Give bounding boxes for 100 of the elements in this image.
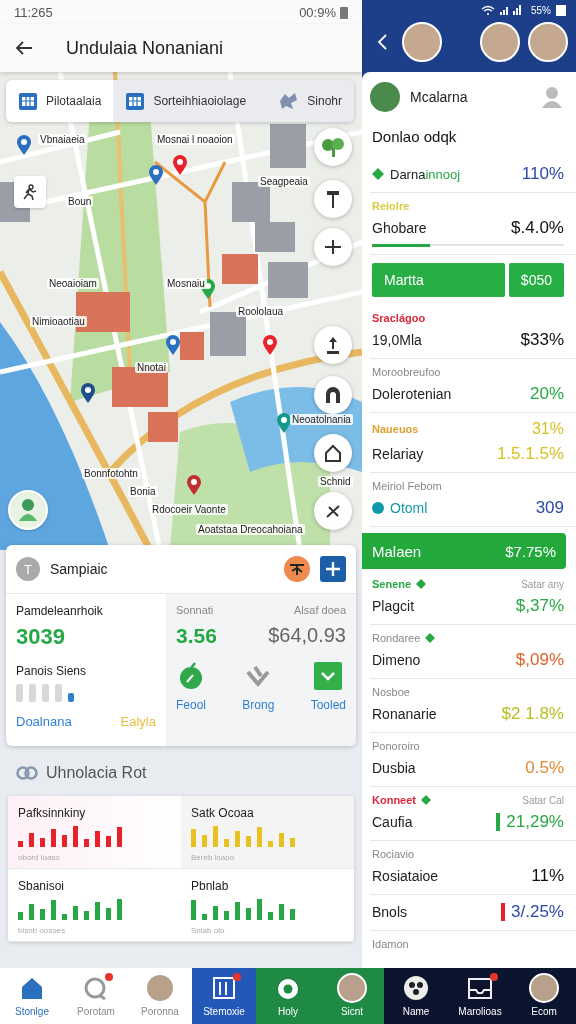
nav-tab[interactable]: Marolioas (448, 968, 512, 1024)
battery-level: 55% (531, 4, 551, 16)
stat-value: 3039 (16, 624, 66, 650)
apple-icon (177, 662, 205, 690)
avatar[interactable] (528, 22, 568, 62)
building-drawing (255, 222, 295, 252)
avatar[interactable] (402, 22, 442, 62)
nav-tab[interactable]: Poronna (128, 968, 192, 1024)
map-label: Bonia (128, 486, 158, 497)
row-caption: Satar any (521, 578, 564, 590)
building-icon (18, 91, 38, 111)
row-button[interactable]: Martta (372, 263, 505, 297)
row-value: 309 (535, 498, 564, 518)
row-caption: Konneet (372, 794, 416, 806)
nav-tab[interactable]: Name (384, 968, 448, 1024)
map-tab[interactable]: Sinohr (265, 80, 354, 122)
action-button[interactable]: Brong (242, 662, 275, 712)
avatar (370, 82, 400, 112)
map-pin-icon[interactable] (172, 154, 188, 176)
map-pin-icon[interactable] (148, 164, 164, 186)
walk-button[interactable] (14, 176, 46, 208)
map-label: Mosnaiu (165, 278, 207, 289)
map-pin-icon[interactable] (165, 334, 181, 356)
map-pin-icon[interactable] (262, 334, 278, 356)
row-caption: Reiolre (372, 200, 410, 212)
row-value: 21,29% (506, 812, 564, 832)
nav-tab[interactable]: Sicnt (320, 968, 384, 1024)
row-caption: Senene (372, 578, 412, 590)
battery-level: 00:9% (299, 4, 336, 20)
map-pin-icon[interactable] (16, 134, 32, 156)
row-label: Dusbia (372, 760, 416, 776)
hammer-icon (326, 189, 340, 209)
tile-title: Pafksinnkiny (18, 806, 87, 820)
page-title: Undulaia Nonaniani (66, 37, 224, 59)
nav-tab[interactable]: Ecom (512, 968, 576, 1024)
stat-tile[interactable]: Sbanisoi bisnb oosoes (8, 869, 181, 942)
nav-tab[interactable]: Holy (256, 968, 320, 1024)
stat-tile[interactable]: Pbnlab Snlab olo (181, 869, 354, 942)
tile-caption: Snlab olo (191, 926, 226, 935)
row-caption: Nosboe (372, 686, 410, 698)
tools-button[interactable] (284, 556, 310, 582)
row-label: Relariay (372, 446, 424, 462)
map-pin-icon[interactable] (276, 412, 292, 434)
map-label: Roololaua (236, 306, 286, 317)
profile-name: Mcalarna (410, 89, 468, 105)
tile-caption: obord loaso (18, 853, 61, 862)
row-label: Caufia (372, 814, 413, 830)
row-caption: Satar Cal (522, 794, 564, 806)
row-caption: Naueuos (372, 423, 419, 435)
stat-tile[interactable]: Satk Ocoaa Bereb loaoo (181, 796, 354, 869)
section-title: Uhnolacia Rot (46, 764, 147, 782)
building-drawing (180, 332, 204, 360)
tree-icon (320, 136, 346, 158)
amount-button[interactable]: $050 (508, 263, 564, 297)
nav-tab[interactable]: Stemoxie (192, 968, 256, 1024)
map-label: Schnid (318, 476, 353, 487)
map-label: Nimioaotiau (30, 316, 87, 327)
action-button[interactable]: Tooled (310, 662, 346, 712)
highlight-row[interactable]: Malaen $7.75% (362, 533, 566, 569)
stat-value: 3.56 (176, 624, 217, 648)
check-icon (314, 662, 343, 690)
row-label: Bnols (372, 904, 408, 920)
card-link[interactable]: Doalnana (16, 714, 72, 729)
map-pin-icon[interactable] (186, 474, 202, 496)
nav-tab[interactable]: Stonlge (0, 968, 64, 1024)
map-label: Rdocoeir Vaonte (150, 504, 228, 515)
map-label: Bonnfotohtn (82, 468, 140, 479)
map-pin-icon[interactable] (80, 382, 96, 404)
building-drawing (148, 412, 178, 442)
home-icon (20, 977, 44, 999)
back-button[interactable] (14, 40, 34, 56)
map-label: Seagpeaia (258, 176, 310, 187)
building-icon (125, 91, 146, 111)
map-tab[interactable]: Pilotaalaia (6, 80, 114, 122)
avatar-circle: T (16, 557, 40, 581)
add-button[interactable] (320, 556, 346, 582)
stat-label: Alsaf doea (294, 604, 346, 616)
battery-icon (340, 5, 348, 19)
stat-value: $64,0.93 (268, 624, 346, 647)
row-label: Ghobare (372, 220, 427, 236)
avatar[interactable] (480, 22, 520, 62)
panel-heading: Donlao odqk (372, 128, 458, 145)
cross-icon (324, 502, 342, 520)
nav-tab[interactable]: Porotam (64, 968, 128, 1024)
stat-label: Pamdeleanrhoik (16, 604, 104, 618)
avatar (529, 973, 559, 1003)
row-value: $33% (520, 330, 564, 350)
status-time: 11:265 (14, 4, 53, 20)
building-drawing (222, 254, 258, 284)
walker-icon (21, 183, 39, 201)
row-label: Plagcit (372, 598, 415, 614)
tile-title: Pbnlab (191, 879, 230, 893)
row-label: Darnainnooj (390, 166, 461, 182)
row-value: $2 1.8% (501, 704, 564, 724)
row-label: Otoml (390, 500, 428, 516)
map-tab[interactable]: Sorteihhiaoiolage (113, 80, 266, 122)
action-button[interactable]: Feool (176, 662, 207, 712)
wifi-icon (481, 5, 495, 15)
stat-tile[interactable]: Pafksinnkiny obord loaso (8, 796, 181, 869)
map-label: Mosnai l noaoion (155, 134, 235, 145)
